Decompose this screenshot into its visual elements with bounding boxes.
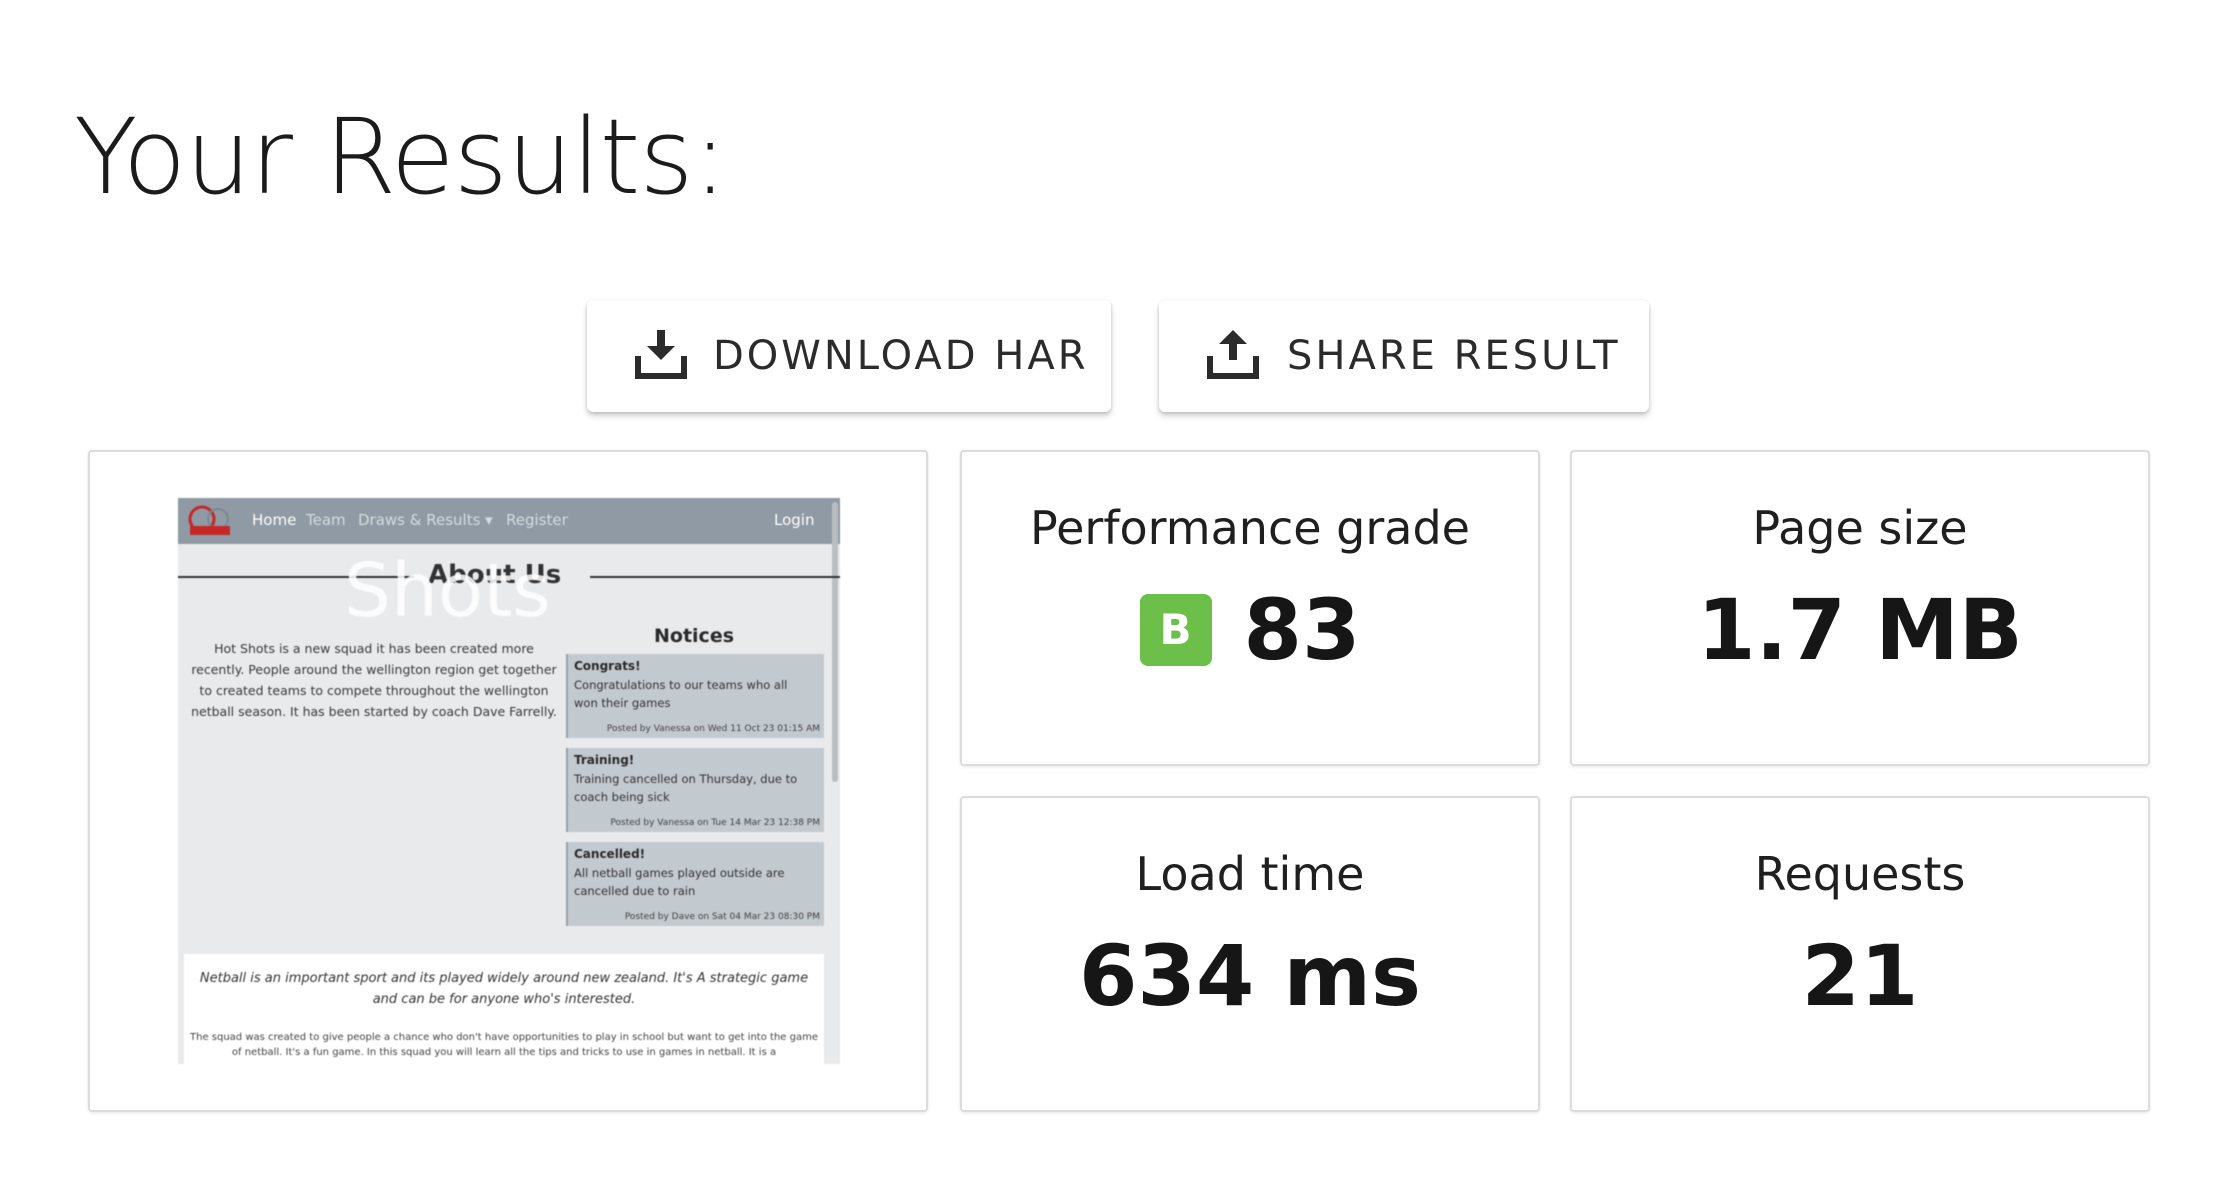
load-time-value: 634 ms — [1078, 927, 1422, 1025]
screenshot-card: Home Team Draws & Results ▾ Register Log… — [88, 450, 928, 1112]
notice-body: All netball games played outside are can… — [574, 866, 785, 898]
load-time-card: Load time 634 ms — [960, 796, 1540, 1112]
notice-meta: Posted by Vanessa on Wed 11 Oct 23 01:15… — [606, 724, 820, 734]
notice-item: Congrats! Congratulations to our teams w… — [566, 654, 824, 738]
article-body: The squad was created to give people a c… — [190, 1032, 818, 1058]
thumb-intro: Hot Shots is a new squad it has been cre… — [191, 641, 557, 719]
notice-item: Cancelled! All netball games played outs… — [566, 842, 824, 926]
thumb-nav-home: Home — [252, 511, 297, 529]
notices-title: Notices — [654, 625, 735, 647]
share-icon — [1207, 330, 1259, 379]
performance-grade-label: Performance grade — [1030, 501, 1470, 555]
performance-score: 83 — [1243, 581, 1361, 679]
page-size-value: 1.7 MB — [1697, 581, 2023, 679]
requests-card: Requests 21 — [1570, 796, 2150, 1112]
page-size-card: Page size 1.7 MB — [1570, 450, 2150, 766]
download-har-button[interactable]: DOWNLOAD HAR — [587, 300, 1111, 412]
notice-title: Cancelled! — [574, 847, 646, 861]
page-screenshot: Home Team Draws & Results ▾ Register Log… — [178, 498, 840, 1064]
thumb-watermark: Shots — [344, 548, 551, 634]
notice-item: Training! Training cancelled on Thursday… — [566, 748, 824, 832]
thumb-scrollbar — [832, 502, 838, 782]
heading-rule-right — [590, 576, 840, 578]
site-logo — [188, 505, 230, 535]
thumb-nav-team: Team — [306, 511, 346, 529]
grade-badge: B — [1139, 594, 1212, 666]
download-har-label: DOWNLOAD HAR — [713, 333, 1089, 379]
thumb-nav-login: Login — [774, 511, 815, 529]
share-result-button[interactable]: SHARE RESULT — [1159, 300, 1649, 412]
page-size-label: Page size — [1752, 501, 1968, 555]
requests-label: Requests — [1754, 847, 1966, 901]
notice-meta: Posted by Vanessa on Tue 14 Mar 23 12:38… — [610, 818, 820, 828]
notice-body: Congratulations to our teams who all won… — [574, 678, 788, 710]
requests-value: 21 — [1801, 927, 1919, 1025]
page-title: Your Results: — [74, 96, 728, 218]
load-time-label: Load time — [1135, 847, 1365, 901]
thumb-navbar: Home Team Draws & Results ▾ Register Log… — [178, 498, 840, 544]
thumb-nav-register: Register — [506, 511, 568, 529]
performance-grade-card: Performance grade B 83 — [960, 450, 1540, 766]
notice-meta: Posted by Dave on Sat 04 Mar 23 08:30 PM — [624, 912, 820, 922]
notice-body: Training cancelled on Thursday, due to c… — [574, 772, 798, 804]
download-icon — [635, 330, 687, 379]
article-lead: Netball is an important sport and its pl… — [199, 971, 809, 1007]
thumb-article: Netball is an important sport and its pl… — [184, 954, 824, 1064]
performance-grade-row: B 83 — [962, 580, 1538, 680]
share-result-label: SHARE RESULT — [1287, 333, 1621, 379]
thumb-nav-draws: Draws & Results ▾ — [358, 511, 493, 529]
notice-title: Training! — [574, 753, 635, 767]
notice-title: Congrats! — [574, 659, 641, 673]
